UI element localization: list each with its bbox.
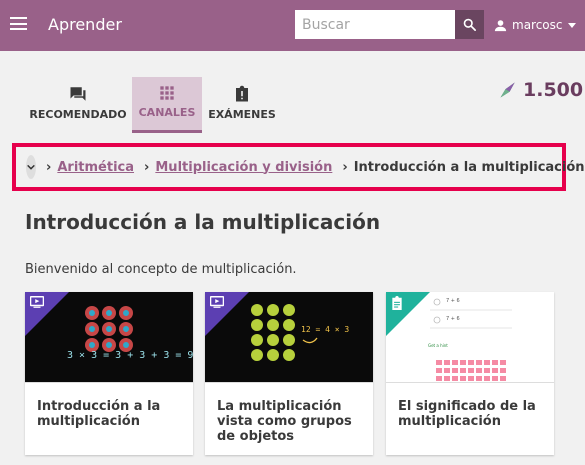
menu-icon[interactable]	[10, 17, 27, 30]
tab-label: CANALES	[138, 106, 196, 119]
points-display: 1.500	[498, 79, 583, 101]
points-icon	[500, 82, 515, 98]
tab-examenes[interactable]: EXÁMENES	[207, 77, 277, 133]
username: marcosc	[512, 18, 563, 32]
search-icon	[463, 18, 476, 31]
video-thumbnail: 12 = 4 × 3	[205, 292, 373, 382]
exam-icon	[236, 85, 248, 102]
user-menu[interactable]: marcosc	[493, 15, 576, 35]
breadcrumb-link-aritmetica[interactable]: Aritmética	[57, 160, 134, 175]
page-description: Bienvenido al concepto de multiplicación…	[25, 262, 297, 277]
page-title: Introducción a la multiplicación	[25, 210, 381, 234]
app-title: Aprender	[48, 15, 122, 34]
tab-label: EXÁMENES	[208, 108, 276, 121]
divider	[386, 382, 554, 383]
card-title: La multiplicación vista como grupos de o…	[217, 399, 352, 444]
divider	[25, 382, 193, 383]
search-input[interactable]	[295, 10, 455, 39]
points-value: 1.500	[523, 79, 584, 101]
breadcrumb-link-multiplicacion-division[interactable]: Multiplicación y división	[155, 160, 332, 175]
chevron-down-icon	[567, 22, 576, 28]
chevron-down-icon	[27, 164, 35, 170]
video-icon	[30, 296, 44, 308]
breadcrumb: › Aritmética › Multiplicación y división…	[12, 143, 585, 191]
thumbnail-line: 7 + 6	[446, 316, 460, 322]
card-title: Introducción a la multiplicación	[37, 399, 161, 429]
thumbnail-text: 3 × 3 = 3 + 3 + 3 = 9	[67, 350, 193, 361]
breadcrumb-current: Introducción a la multiplicación	[353, 159, 585, 175]
content-card[interactable]: 3 × 3 = 3 + 3 + 3 = 9 Introducción a la …	[25, 292, 193, 455]
search-button[interactable]	[455, 10, 484, 39]
apps-grid-icon	[160, 86, 174, 100]
exercise-thumbnail: 7 + 6 7 + 6 Get a hint	[386, 292, 554, 382]
content-card[interactable]: 12 = 4 × 3 La multiplicación vista como …	[205, 292, 373, 455]
tab-label: RECOMENDADO	[29, 108, 127, 121]
thumbnail-hint-button: Get a hint	[428, 343, 448, 348]
clipboard-icon	[392, 296, 402, 310]
person-icon	[494, 19, 507, 31]
video-thumbnail: 3 × 3 = 3 + 3 + 3 = 9	[25, 292, 193, 382]
forum-icon	[70, 87, 86, 101]
card-title: El significado de la multiplicación	[398, 399, 536, 429]
tab-recomendado[interactable]: RECOMENDADO	[28, 77, 128, 133]
video-icon	[210, 296, 224, 308]
content-card[interactable]: 7 + 6 7 + 6 Get a hint El significado de…	[386, 292, 554, 455]
breadcrumb-separator: ›	[46, 159, 52, 175]
tab-canales[interactable]: CANALES	[132, 77, 202, 133]
breadcrumb-separator: ›	[342, 159, 348, 175]
divider	[205, 382, 373, 383]
thumbnail-line: 7 + 6	[446, 298, 460, 304]
thumbnail-text: 12 = 4 × 3	[301, 325, 350, 334]
breadcrumb-expand-button[interactable]	[26, 155, 36, 179]
top-app-bar: Aprender marcosc	[0, 0, 585, 51]
breadcrumb-separator: ›	[144, 159, 150, 175]
